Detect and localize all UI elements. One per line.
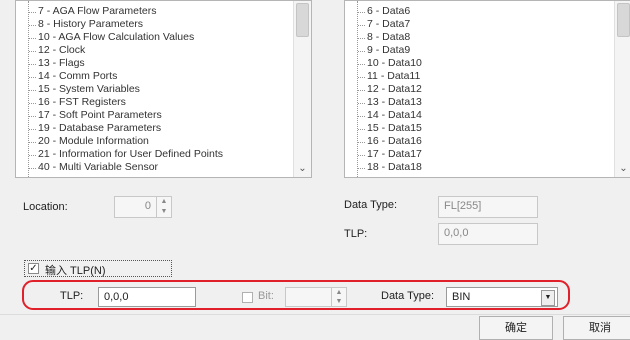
list-item[interactable]: 9 - Data9 xyxy=(357,44,410,56)
list-item[interactable]: 7 - AGA Flow Parameters xyxy=(28,5,156,17)
list-item[interactable]: 12 - Data12 xyxy=(358,83,422,95)
list-item[interactable]: 14 - Data14 xyxy=(358,109,422,121)
point-type-list[interactable]: 7 - AGA Flow Parameters 8 - History Param… xyxy=(15,0,312,178)
ok-button[interactable]: 确定 xyxy=(479,316,553,340)
list-item[interactable]: 12 - Clock xyxy=(28,44,85,56)
input-tlp-checkbox[interactable]: ✓ xyxy=(28,263,39,274)
left-list-scroll-thumb[interactable] xyxy=(296,3,309,37)
data-type-entry-label: Data Type: xyxy=(381,290,434,302)
list-item[interactable]: 19 - Database Parameters xyxy=(28,122,161,134)
data-type-select[interactable]: BIN ▼ xyxy=(446,287,558,307)
list-item[interactable]: 11 - Data11 xyxy=(357,70,420,82)
input-tlp-label: 输入 TLP(N) xyxy=(45,265,106,277)
list-item[interactable]: 14 - Comm Ports xyxy=(28,70,117,82)
list-item[interactable]: 20 - Module Information xyxy=(29,135,149,147)
spinner-arrows-icon[interactable]: ▲ ▼ xyxy=(331,288,346,306)
location-spinner[interactable]: 0 ▲ ▼ xyxy=(114,196,172,218)
bit-checkbox[interactable] xyxy=(242,292,253,303)
list-item[interactable]: 6 - Data6 xyxy=(357,5,410,17)
location-label: Location: xyxy=(23,201,68,213)
tree-line xyxy=(28,1,29,177)
chevron-down-icon[interactable]: ⌄ xyxy=(615,160,630,177)
data-type-select-value: BIN xyxy=(452,291,471,303)
list-item[interactable]: 17 - Data17 xyxy=(358,148,422,160)
list-item[interactable]: 21 - Information for User Defined Points xyxy=(28,148,223,160)
tlp-entry-input[interactable]: 0,0,0 xyxy=(98,287,196,307)
list-item[interactable]: 15 - System Variables xyxy=(29,83,140,95)
cancel-button[interactable]: 取消 xyxy=(563,316,630,340)
bit-label: Bit: xyxy=(258,290,274,302)
list-item[interactable]: 18 - Data18 xyxy=(358,161,422,173)
list-item[interactable]: 10 - Data10 xyxy=(358,57,422,69)
list-item[interactable]: 40 - Multi Variable Sensor xyxy=(28,161,158,173)
logical-point-list[interactable]: 6 - Data6 7 - Data7 8 - Data8 9 - Data9 10 -… xyxy=(344,0,630,178)
right-list-scrollbar[interactable]: ⌄ xyxy=(614,1,630,177)
bit-spinner[interactable]: ▲ ▼ xyxy=(285,287,347,307)
left-list-scrollbar[interactable]: ⌄ xyxy=(293,1,311,177)
input-tlp-checkbox-group[interactable]: ✓ 输入 TLP(N) xyxy=(24,260,172,277)
list-item[interactable]: 16 - Data16 xyxy=(358,135,422,147)
tlp-info-label: TLP: xyxy=(344,228,368,240)
list-item[interactable]: 16 - FST Registers xyxy=(29,96,126,108)
tree-line xyxy=(357,1,358,177)
spinner-arrows-icon[interactable]: ▲ ▼ xyxy=(156,197,171,217)
tlp-info-field: 0,0,0 xyxy=(438,223,538,245)
list-item[interactable]: 15 - Data15 xyxy=(358,122,422,134)
location-value: 0 xyxy=(144,200,151,212)
dropdown-arrow-icon[interactable]: ▼ xyxy=(541,290,555,306)
list-item[interactable]: 8 - Data8 xyxy=(357,31,410,43)
chevron-down-icon[interactable]: ⌄ xyxy=(294,160,311,177)
list-item[interactable]: 13 - Data13 xyxy=(358,96,422,108)
tlp-entry-label: TLP: xyxy=(60,290,84,302)
list-item[interactable]: 17 - Soft Point Parameters xyxy=(29,109,162,121)
data-type-info-label: Data Type: xyxy=(344,199,397,211)
list-item[interactable]: 13 - Flags xyxy=(29,57,85,69)
list-item[interactable]: 8 - History Parameters xyxy=(28,18,143,30)
list-item[interactable]: 10 - AGA Flow Calculation Values xyxy=(28,31,194,43)
data-type-info-field: FL[255] xyxy=(438,196,538,218)
right-list-scroll-thumb[interactable] xyxy=(617,3,630,37)
list-item[interactable]: 7 - Data7 xyxy=(357,18,410,30)
